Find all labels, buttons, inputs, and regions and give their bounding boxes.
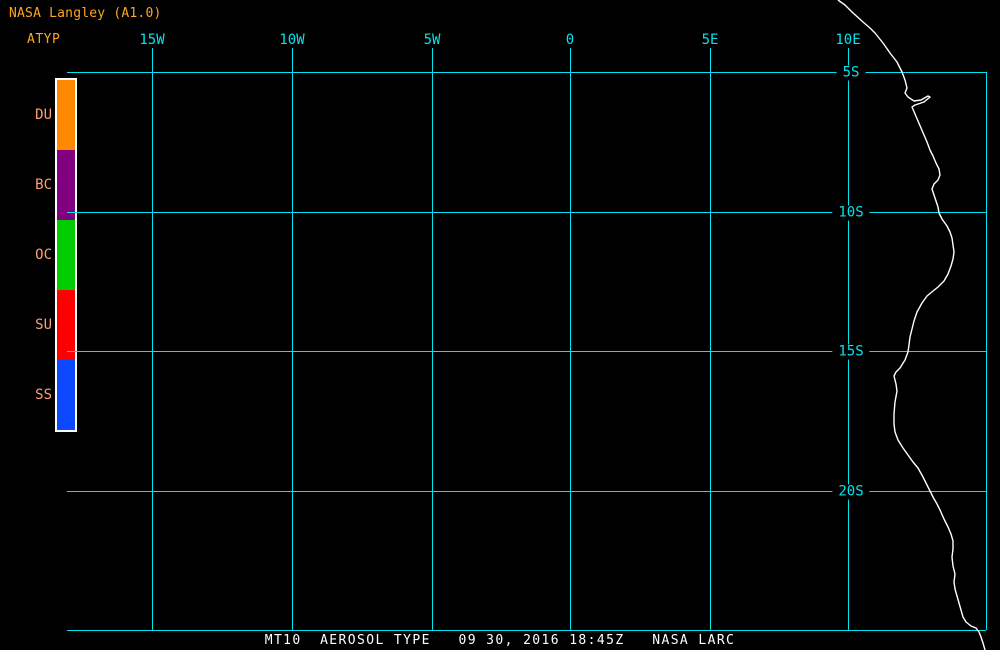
coastline-map: [837, 0, 986, 650]
coastline-path: [837, 0, 986, 650]
aerosol-map-page: NASA Langley (A1.0) ATYP DU BC OC SU SS 15W 1…: [0, 0, 1000, 650]
plot-caption: MT10 AEROSOL TYPE 09 30, 2016 18:45Z NAS…: [264, 633, 736, 648]
